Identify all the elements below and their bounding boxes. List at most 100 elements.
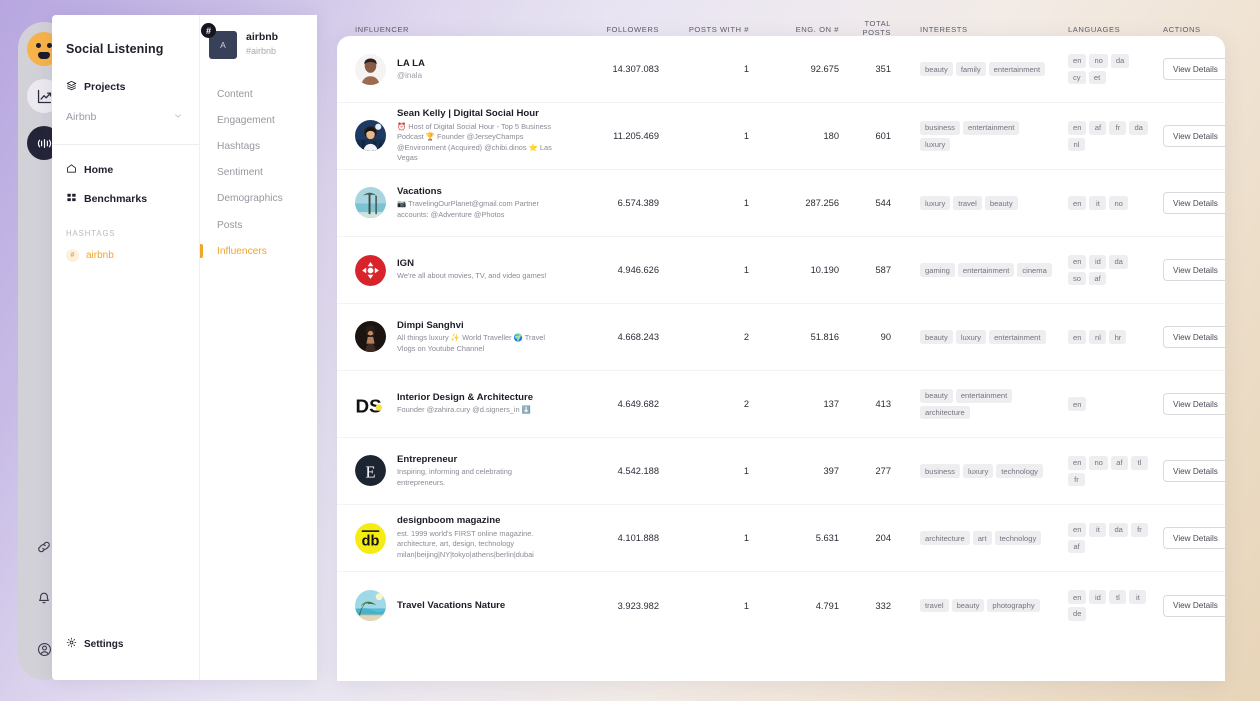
primary-sidebar: Social Listening Projects Airbnb Home Be… [52, 15, 199, 680]
svg-text:E: E [365, 463, 375, 482]
cell-followers: 4.542.188 [617, 466, 659, 476]
cell-interests: luxury travel beauty [891, 196, 1056, 210]
cell-total-posts: 544 [875, 198, 891, 208]
sidebar-panel: Social Listening Projects Airbnb Home Be… [52, 15, 317, 680]
hashtags-section-header: HASHTAGS [66, 229, 116, 238]
cell-followers: 4.101.888 [617, 533, 659, 543]
cell-influencer: Dimpi Sanghvi All things luxury ✨ World T… [337, 320, 574, 355]
settings-label: Settings [84, 638, 124, 650]
sidebar-item-benchmarks[interactable]: Benchmarks [66, 190, 199, 208]
column-header-total-posts-line1: TOTAL [864, 19, 891, 29]
cell-total-posts: 413 [875, 399, 891, 409]
interest-chip: entertainment [989, 330, 1046, 344]
tab-content[interactable]: Content [200, 81, 317, 107]
cell-actions: View Details [1153, 393, 1225, 415]
column-header-interests: INTERESTS [920, 24, 968, 34]
interest-chip: entertainment [955, 388, 1013, 403]
influencer-text: Dimpi Sanghvi All things luxury ✨ World T… [397, 320, 562, 355]
language-chip: da [1110, 53, 1130, 68]
sidebar-item-hashtag-airbnb[interactable]: # airbnb [52, 238, 199, 262]
view-details-button[interactable]: View Details [1163, 125, 1225, 147]
tab-influencers[interactable]: Influencers [200, 238, 317, 264]
avatar: db [355, 522, 386, 554]
avatar: DS [355, 388, 386, 420]
table-row: Vacations 📷 TravelingOurPlanet@gmail.com … [337, 170, 1225, 237]
view-details-button[interactable]: View Details [1163, 58, 1225, 80]
interest-chip: luxury [920, 196, 951, 210]
cell-posts-with: 2 [743, 332, 749, 342]
language-chip: nl [1068, 137, 1085, 152]
language-chip: no [1089, 53, 1108, 68]
view-details-button[interactable]: View Details [1163, 460, 1225, 482]
cell-eng-on: 10.190 [810, 265, 839, 275]
language-chip: et [1088, 70, 1106, 85]
influencer-name: IGN [397, 258, 415, 269]
cell-languages: en id tl it de [1056, 590, 1153, 621]
view-details-button[interactable]: View Details [1163, 326, 1225, 348]
cell-total-posts: 587 [875, 265, 891, 275]
cell-languages: en no da cy et [1056, 53, 1153, 85]
language-chip: en [1068, 330, 1087, 344]
view-details-button[interactable]: View Details [1163, 594, 1225, 617]
cell-actions: View Details [1153, 460, 1225, 482]
sidebar-item-settings[interactable]: Settings [52, 635, 199, 653]
sidebar-item-home-label: Home [84, 164, 114, 176]
table-row: Travel Vacations Nature 3.923.982 1 4.79… [337, 572, 1225, 639]
sidebar-item-benchmarks-label: Benchmarks [84, 193, 148, 205]
influencer-handle: @inala [397, 70, 423, 80]
cell-languages: en [1056, 397, 1153, 411]
language-chip: en [1068, 254, 1087, 269]
tab-posts[interactable]: Posts [200, 212, 317, 238]
tab-sentiment[interactable]: Sentiment [200, 160, 317, 186]
avatar [355, 590, 386, 621]
cell-posts-with: 1 [743, 131, 749, 141]
cell-actions: View Details [1153, 594, 1225, 617]
language-chip: fr [1068, 472, 1085, 487]
cell-languages: en nl hr [1056, 330, 1153, 344]
cell-actions: View Details [1153, 58, 1225, 80]
avatar [355, 254, 386, 286]
layers-icon [66, 78, 77, 96]
cell-influencer: IGN We're all about movies, TV, and video… [337, 254, 574, 286]
cell-eng-on: 180 [823, 131, 839, 141]
influencer-text: LA LA @inala [397, 58, 425, 80]
project-select[interactable]: Airbnb [66, 108, 183, 126]
cell-eng-on: 397 [823, 466, 839, 476]
tab-engagement[interactable]: Engagement [200, 107, 317, 133]
app-title: Social Listening [66, 42, 164, 56]
view-details-button[interactable]: View Details [1163, 393, 1225, 415]
hashtag-label: airbnb [86, 250, 114, 261]
cell-eng-on: 137 [823, 399, 839, 409]
tab-hashtags[interactable]: Hashtags [200, 133, 317, 159]
language-chip: no [1109, 196, 1128, 210]
table-row: E Entrepreneur Inspiring, informing and c… [337, 438, 1225, 505]
cell-followers: 4.668.243 [617, 332, 659, 342]
cell-interests: business entertainment luxury [891, 120, 1056, 152]
language-chip: af [1089, 120, 1107, 135]
column-header-influencer: INFLUENCER [355, 24, 410, 34]
influencer-text: Sean Kelly | Digital Social Hour ⏰ Host o… [397, 108, 562, 164]
view-details-button[interactable]: View Details [1163, 192, 1225, 214]
cell-posts-with: 2 [743, 399, 749, 409]
interest-chip: art [972, 531, 992, 545]
cell-influencer: Vacations 📷 TravelingOurPlanet@gmail.com … [337, 186, 574, 221]
interest-chip: business [920, 120, 960, 135]
influencer-bio: est. 1999 world's FIRST online magazine.… [397, 528, 534, 559]
cell-followers: 6.574.389 [617, 198, 659, 208]
interest-chip: technology [994, 531, 1042, 545]
influencer-name: Interior Design & Architecture [397, 392, 534, 403]
influencer-text: Entrepreneur Inspiring, informing and cel… [397, 454, 562, 489]
cell-followers: 11.205.469 [613, 131, 659, 141]
view-details-button[interactable]: View Details [1163, 527, 1225, 549]
tab-demographics[interactable]: Demographics [200, 186, 317, 212]
avatar [355, 120, 386, 152]
projects-row[interactable]: Projects [66, 78, 199, 96]
sidebar-item-home[interactable]: Home [66, 161, 199, 179]
cell-languages: en it no [1056, 196, 1153, 210]
view-details-button[interactable]: View Details [1163, 259, 1225, 281]
cell-eng-on: 287.256 [805, 198, 839, 208]
language-chip: af [1068, 539, 1085, 554]
cell-influencer: Sean Kelly | Digital Social Hour ⏰ Host o… [337, 108, 574, 164]
project-nav: Content Engagement Hashtags Sentiment De… [200, 59, 317, 264]
project-avatar: # A [201, 23, 237, 59]
